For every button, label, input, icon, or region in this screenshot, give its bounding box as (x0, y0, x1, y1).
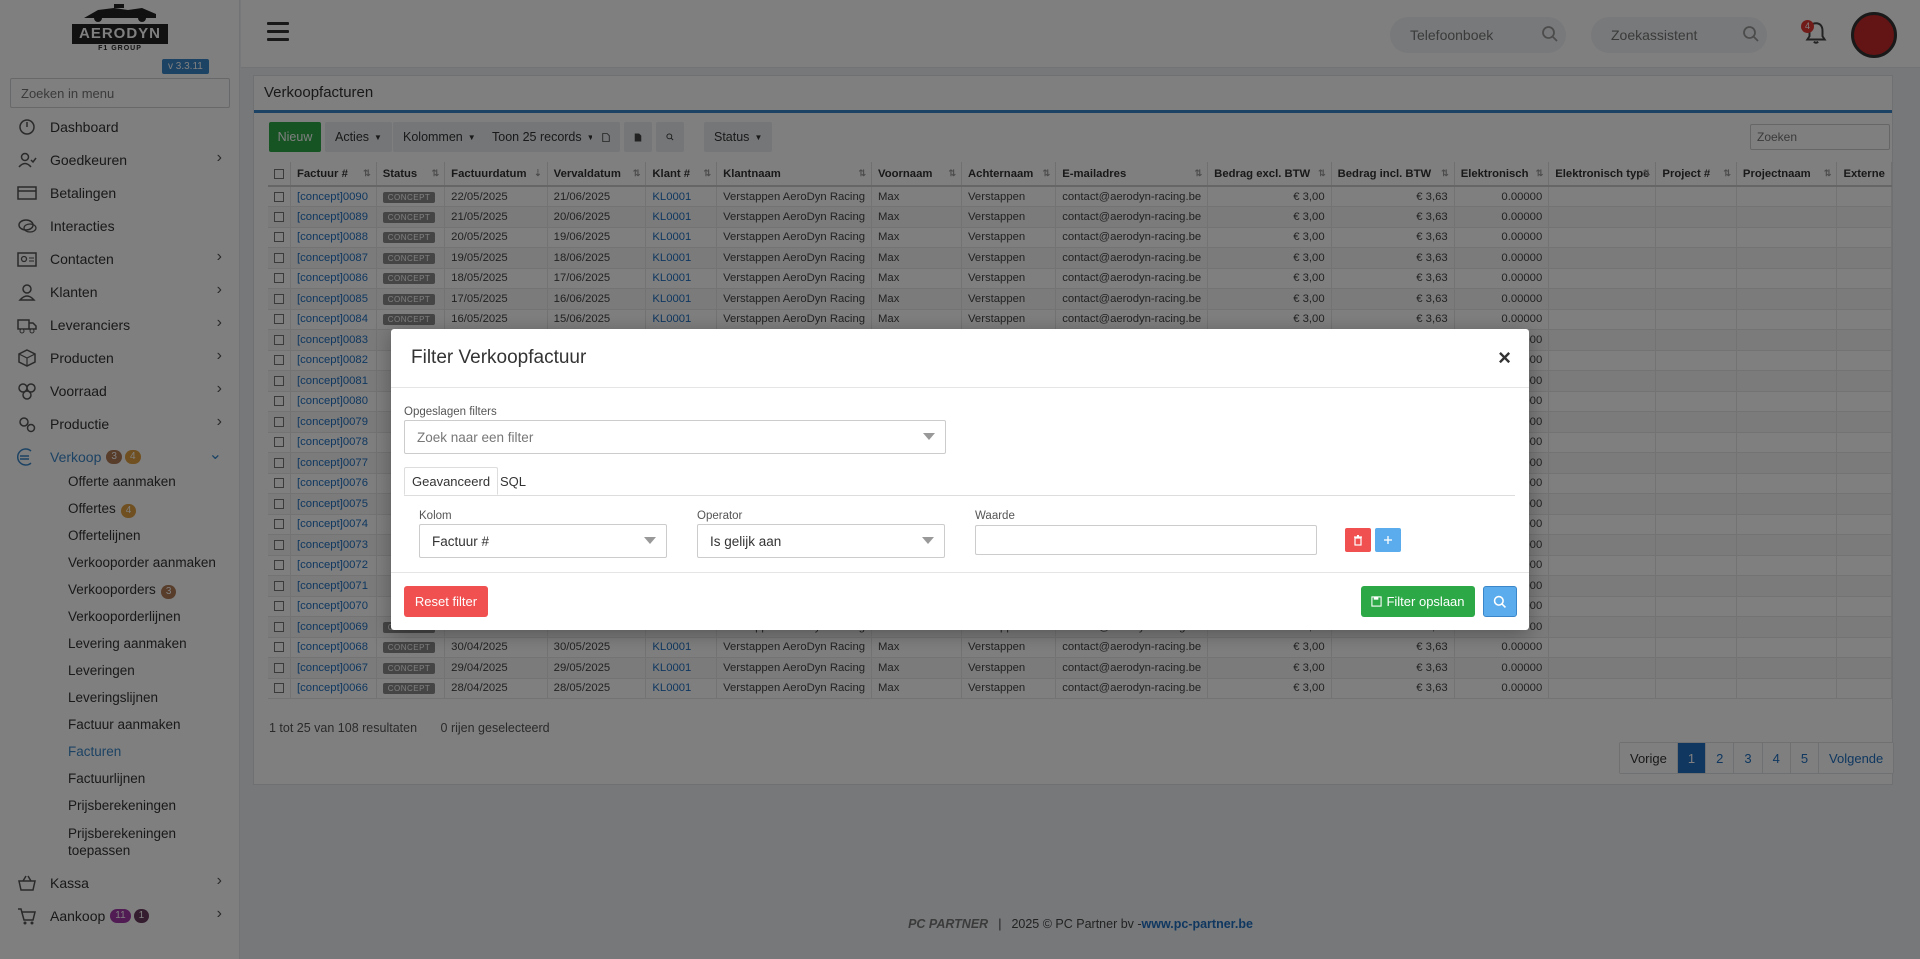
column-select-value: Factuur # (432, 533, 490, 549)
chevron-down-icon (923, 433, 935, 440)
apply-filter-button[interactable] (1483, 586, 1517, 617)
chevron-down-icon (644, 537, 656, 544)
chevron-down-icon (922, 537, 934, 544)
filter-modal: Filter Verkoopfactuur × Opgeslagen filte… (391, 329, 1529, 630)
tabs-divider (404, 495, 1515, 496)
tab-sql[interactable]: SQL (493, 467, 533, 495)
saved-filters-select[interactable]: Zoek naar een filter (404, 420, 946, 454)
add-rule-button[interactable] (1375, 528, 1401, 552)
save-filter-button[interactable]: Filter opslaan (1361, 586, 1475, 617)
modal-footer-divider (391, 572, 1529, 573)
reset-filter-button[interactable]: Reset filter (404, 586, 488, 617)
trash-icon (1354, 535, 1362, 546)
value-label: Waarde (975, 510, 1015, 522)
saved-filters-label: Opgeslagen filters (404, 406, 497, 418)
close-icon[interactable]: × (1498, 345, 1511, 371)
delete-rule-button[interactable] (1345, 528, 1371, 552)
column-label: Kolom (419, 510, 452, 522)
operator-select-value: Is gelijk aan (710, 533, 782, 549)
save-filter-label: Filter opslaan (1386, 594, 1465, 609)
operator-label: Operator (697, 510, 743, 522)
search-icon (1493, 595, 1506, 608)
value-input[interactable] (975, 525, 1317, 555)
modal-title: Filter Verkoopfactuur (411, 347, 587, 368)
tab-advanced[interactable]: Geavanceerd (404, 467, 499, 495)
column-select[interactable]: Factuur # (419, 524, 667, 558)
operator-select[interactable]: Is gelijk aan (697, 524, 945, 558)
plus-icon (1384, 536, 1392, 544)
save-icon (1371, 596, 1383, 607)
saved-filters-placeholder: Zoek naar een filter (417, 429, 534, 445)
modal-header-divider (391, 387, 1529, 388)
